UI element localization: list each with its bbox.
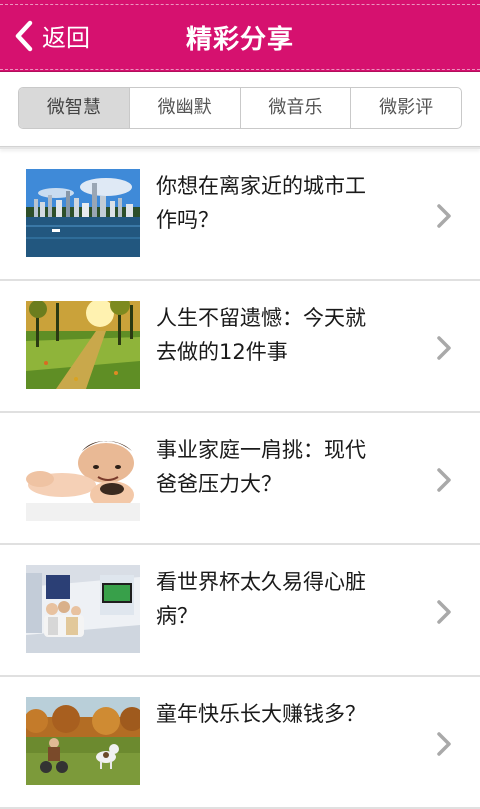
chevron-right-icon — [437, 204, 451, 228]
article-title: 事业家庭一肩挑：现代爸爸压力大？ — [156, 438, 366, 496]
city-skyline-image — [26, 169, 140, 257]
tab-humor[interactable]: 微幽默 — [130, 88, 241, 128]
tab-film-review[interactable]: 微影评 — [351, 88, 461, 128]
tab-wisdom[interactable]: 微智慧 — [19, 88, 130, 128]
article-title: 童年快乐长大赚钱多？ — [156, 702, 366, 726]
back-arrow-icon — [15, 20, 33, 51]
article-title: 人生不留遗憾：今天就去做的12件事 — [156, 306, 366, 364]
autumn-park-image — [26, 301, 140, 389]
chevron-right-icon — [437, 600, 451, 624]
article-item-childhood[interactable]: 童年快乐长大赚钱多？ — [0, 677, 480, 809]
chevron-right-icon — [437, 468, 451, 492]
article-item-city[interactable]: 你想在离家近的城市工作吗？ — [0, 149, 480, 281]
back-button[interactable]: 返回 — [14, 18, 90, 53]
article-title: 你想在离家近的城市工作吗？ — [156, 174, 366, 232]
article-item-regrets[interactable]: 人生不留遗憾：今天就去做的12件事 — [0, 281, 480, 413]
chevron-right-icon — [437, 732, 451, 756]
back-label: 返回 — [42, 24, 90, 52]
app-header: 返回 精彩分享 — [0, 0, 480, 72]
tab-bar-area: 微智慧 微幽默 微音乐 微影评 — [0, 72, 480, 146]
tab-bar: 微智慧 微幽默 微音乐 微影评 — [18, 87, 462, 129]
family-tv-room-image — [26, 565, 140, 653]
chevron-right-icon — [437, 336, 451, 360]
article-title: 看世界杯太久易得心脏病？ — [156, 570, 366, 628]
article-list: 你想在离家近的城市工作吗？ 人生不留遗憾：今天就去做的12件事 事业家庭一肩挑：… — [0, 149, 480, 809]
article-item-worldcup[interactable]: 看世界杯太久易得心脏病？ — [0, 545, 480, 677]
father-baby-image — [26, 433, 140, 521]
article-item-father[interactable]: 事业家庭一肩挑：现代爸爸压力大？ — [0, 413, 480, 545]
child-dog-field-image — [26, 697, 140, 785]
tab-music[interactable]: 微音乐 — [241, 88, 352, 128]
